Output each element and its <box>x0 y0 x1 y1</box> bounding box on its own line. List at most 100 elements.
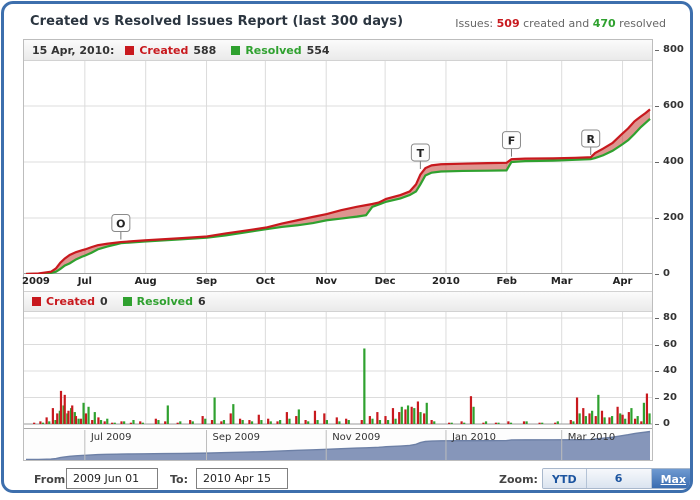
created-bar <box>97 417 99 424</box>
zoom-label: Zoom: <box>499 473 538 486</box>
resolved-bar <box>316 420 318 424</box>
resolved-series-label: Resolved <box>137 295 193 308</box>
navigator-label: Jan 2010 <box>452 432 496 443</box>
created-bar <box>295 416 297 424</box>
resolved-bar <box>132 420 134 424</box>
created-bar <box>461 421 463 424</box>
resolved-bar <box>401 407 403 424</box>
created-bar <box>60 391 62 424</box>
zoom-button-group: YTD 6 Months Max <box>542 468 693 489</box>
x-axis-label: Sep <box>196 276 217 287</box>
created-bar <box>267 419 269 424</box>
resolved-bar <box>242 420 244 424</box>
resolved-bar <box>77 419 79 424</box>
created-bar <box>111 423 113 424</box>
created-bar <box>554 423 556 424</box>
issues-summary: Issues: 509 created and 470 resolved <box>455 17 666 30</box>
created-bar <box>628 412 630 424</box>
resolved-bar <box>510 423 512 424</box>
resolved-series-label: Resolved <box>245 44 301 57</box>
y-axis-tick <box>655 218 659 219</box>
created-bar <box>411 407 413 424</box>
navigator-label: Sep 2009 <box>213 432 260 443</box>
resolved-swatch-icon <box>231 46 240 55</box>
x-axis-label: Aug <box>135 276 157 287</box>
flag-marker-O[interactable]: O <box>112 215 130 240</box>
resolved-bar <box>270 421 272 424</box>
report-frame: Created vs Resolved Issues Report (last … <box>1 1 693 493</box>
y-axis-tick <box>655 274 659 275</box>
created-bar <box>423 413 425 424</box>
chart-container: 15 Apr, 2010: Created 588 Resolved 554 O… <box>23 39 653 461</box>
created-bar <box>139 421 141 424</box>
y-axis-label: 80 <box>663 312 677 324</box>
created-bar <box>164 421 166 424</box>
zoom-max-button[interactable]: Max <box>652 469 693 488</box>
y-axis-tick <box>655 424 659 425</box>
to-date-input[interactable] <box>196 468 288 489</box>
navigator[interactable]: Jul 2009 Sep 2009 Nov 2009 Jan 2010 Mar 2010 <box>24 428 652 460</box>
zoom-ytd-button[interactable]: YTD <box>543 469 587 488</box>
x-axis-label: 2009 <box>22 276 50 287</box>
navigator-label: Nov 2009 <box>332 432 380 443</box>
y-axis-tick <box>655 345 659 346</box>
x-axis-label: Jul <box>78 276 92 287</box>
created-bar <box>286 412 288 424</box>
resolved-bar <box>157 420 159 424</box>
y-axis-label: 40 <box>663 365 677 377</box>
resolved-bar <box>379 420 381 424</box>
daily-plot[interactable] <box>24 312 652 425</box>
created-bar <box>46 417 48 424</box>
y-axis-label: 0 <box>663 268 670 280</box>
created-bar <box>470 396 472 424</box>
resolved-bar <box>585 416 587 424</box>
from-date-input[interactable] <box>66 468 158 489</box>
created-bar <box>52 408 54 424</box>
resolved-bar <box>288 419 290 424</box>
created-bar <box>220 421 222 424</box>
created-bar <box>230 413 232 424</box>
flag-marker-F[interactable]: F <box>502 132 520 157</box>
resolved-bar <box>298 409 300 424</box>
y-axis-label: 600 <box>663 100 684 112</box>
resolved-bar <box>619 413 621 424</box>
zoom-6months-button[interactable]: 6 Months <box>587 469 652 488</box>
resolved-bar <box>363 348 365 424</box>
navigator-label: Jul 2009 <box>91 432 132 443</box>
created-bar <box>33 423 35 424</box>
resolved-bar <box>371 419 373 424</box>
y-axis-label: 20 <box>663 392 677 404</box>
page-title: Created vs Resolved Issues Report (last … <box>30 14 403 29</box>
from-label: From: <box>34 473 70 486</box>
resolved-swatch-icon <box>123 297 132 306</box>
created-bar <box>75 416 77 424</box>
created-bar <box>56 413 58 424</box>
resolved-bar <box>223 420 225 424</box>
created-bar <box>239 419 241 424</box>
flag-marker-T[interactable]: T <box>411 144 429 169</box>
resolved-bar <box>179 421 181 424</box>
resolved-daily-value: 6 <box>198 295 206 308</box>
created-swatch-icon <box>32 297 41 306</box>
x-axis-label: Dec <box>375 276 396 287</box>
created-line <box>26 109 650 274</box>
main-plot[interactable]: OTFR <box>24 61 652 274</box>
x-axis-label: Feb <box>497 276 517 287</box>
x-axis-label: Nov <box>315 276 337 287</box>
resolved-bar <box>611 416 613 424</box>
created-bar <box>495 423 497 424</box>
resolved-bar <box>463 423 465 424</box>
created-bar <box>130 423 132 424</box>
created-bar <box>189 420 191 424</box>
navigator-label: Mar 2010 <box>568 432 616 443</box>
created-bar <box>608 417 610 424</box>
y-axis-label: 400 <box>663 156 684 168</box>
created-bar <box>523 421 525 424</box>
created-bar <box>345 419 347 424</box>
created-bar <box>482 423 484 424</box>
resolved-bar <box>387 420 389 424</box>
resolved-bar <box>637 416 639 424</box>
created-bar <box>177 423 179 424</box>
resolved-bar <box>526 421 528 424</box>
created-bar <box>258 415 260 424</box>
